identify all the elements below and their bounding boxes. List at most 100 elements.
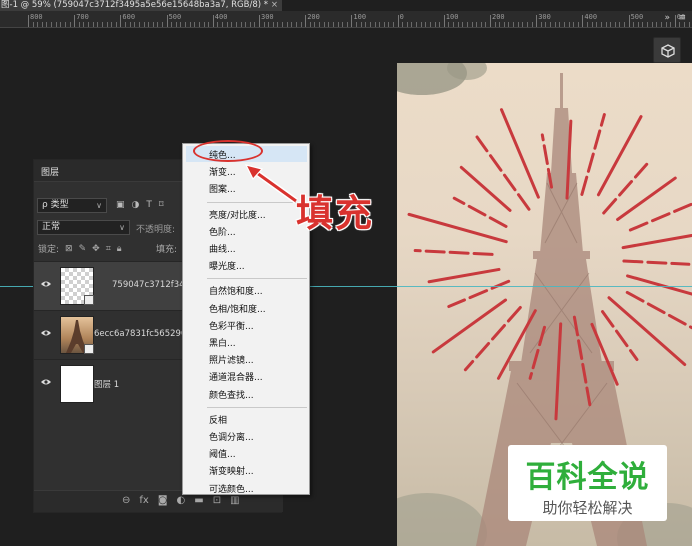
- menu-item[interactable]: 渐变...: [209, 165, 236, 178]
- lock-move-icon[interactable]: ✥: [92, 244, 100, 254]
- adjustment-filter-icon[interactable]: ◑: [132, 200, 140, 210]
- document-tab-title: 图-1 @ 59% (759047c3712f3495a5e56e15648ba…: [1, 0, 268, 10]
- ruler-minor-tick: [503, 22, 505, 27]
- link-icon[interactable]: ⊖: [122, 495, 130, 506]
- menu-item[interactable]: 色彩平衡...: [209, 319, 254, 332]
- ruler-label: 400: [584, 13, 598, 21]
- adjustment-icon[interactable]: ◐: [177, 495, 186, 506]
- shape-filter-icon[interactable]: ⌑: [159, 200, 164, 210]
- ruler-minor-tick: [129, 22, 131, 27]
- burst-ray: [463, 305, 522, 372]
- lock-transparent-icon[interactable]: ⊠: [65, 244, 73, 254]
- fx-icon[interactable]: fx: [139, 495, 148, 506]
- close-tab-icon[interactable]: ×: [271, 0, 278, 11]
- ruler-minor-tick: [332, 22, 334, 27]
- ruler-minor-tick: [545, 22, 547, 27]
- menu-item[interactable]: 色相/饱和度...: [209, 302, 266, 315]
- folder-icon[interactable]: ▬: [194, 495, 203, 506]
- burst-ray: [431, 298, 508, 354]
- smart-object-icon: [84, 295, 94, 305]
- ruler-minor-tick: [633, 22, 635, 27]
- trash-icon[interactable]: ▥: [230, 495, 239, 506]
- ruler-minor-tick: [439, 22, 441, 27]
- image-filter-icon[interactable]: ▣: [116, 200, 125, 210]
- lock-all-icon[interactable]: 🔒︎: [117, 244, 122, 254]
- menu-item[interactable]: 色阶...: [209, 225, 236, 238]
- menu-item[interactable]: 黑白...: [209, 336, 236, 349]
- 3d-cube-icon: [661, 44, 675, 58]
- menu-item[interactable]: 曲线...: [209, 242, 236, 255]
- ruler-minor-tick: [148, 22, 150, 27]
- panel-menu-icon[interactable]: ≡: [678, 13, 686, 23]
- eye-icon[interactable]: [40, 329, 52, 337]
- ruler-minor-tick: [554, 22, 556, 27]
- ruler-minor-tick: [152, 22, 154, 27]
- ruler-minor-tick: [203, 22, 205, 27]
- pointer-arrow-icon: [244, 164, 298, 204]
- ruler-minor-tick: [425, 22, 427, 27]
- lock-artboard-icon[interactable]: ⌗: [106, 244, 111, 254]
- ruler-minor-tick: [448, 22, 450, 27]
- ruler-minor-tick: [115, 22, 117, 27]
- document-tab[interactable]: 图-1 @ 59% (759047c3712f3495a5e56e15648ba…: [0, 0, 282, 11]
- burst-ray: [580, 113, 606, 196]
- blend-mode-select[interactable]: 正常 ∨: [37, 220, 130, 235]
- ruler-minor-tick: [392, 22, 394, 27]
- ruler-label: 500: [630, 13, 644, 21]
- menu-item[interactable]: 可选颜色...: [209, 482, 254, 495]
- mask-icon[interactable]: ◙: [158, 495, 168, 506]
- ruler-major-tick: [628, 15, 630, 27]
- horizontal-ruler[interactable]: 800 700 600 500 400 300 200 100 0 100 200 300 400 500…: [0, 11, 692, 28]
- lock-brush-icon[interactable]: ✎: [79, 244, 87, 254]
- ruler-major-tick: [443, 15, 445, 27]
- ruler-minor-tick: [462, 22, 464, 27]
- menu-item[interactable]: 图案...: [209, 182, 236, 195]
- ruler-minor-tick: [453, 22, 455, 27]
- menu-separator: [207, 406, 307, 408]
- menu-item[interactable]: 曝光度...: [209, 259, 245, 272]
- menu-item[interactable]: 阈值...: [209, 447, 236, 460]
- ruler-minor-tick: [337, 22, 339, 27]
- new-layer-icon[interactable]: ⊡: [213, 495, 221, 506]
- ruler-minor-tick: [46, 22, 48, 27]
- ruler-minor-tick: [619, 22, 621, 27]
- ruler-minor-tick: [517, 22, 519, 27]
- menu-item[interactable]: 色调分离...: [209, 430, 254, 443]
- ruler-minor-tick: [610, 22, 612, 27]
- ruler-minor-tick: [596, 22, 598, 27]
- ruler-minor-tick: [208, 22, 210, 27]
- menu-item[interactable]: 亮度/对比度...: [209, 208, 266, 221]
- properties-panel-button[interactable]: [653, 37, 681, 63]
- burst-ray: [459, 165, 512, 212]
- ruler-major-tick: [120, 15, 122, 27]
- ruler-minor-tick: [254, 22, 256, 27]
- ruler-minor-tick: [328, 22, 330, 27]
- menu-item[interactable]: 反相: [209, 413, 227, 426]
- panel-expand-icon[interactable]: »: [664, 13, 670, 23]
- ruler-minor-tick: [411, 22, 413, 27]
- ruler-minor-tick: [605, 22, 607, 27]
- lock-label: 锁定:: [38, 245, 60, 255]
- filter-kind-select[interactable]: ρ 类型 ∨: [37, 198, 107, 213]
- type-filter-icon[interactable]: T: [146, 200, 152, 210]
- ruler-minor-tick: [623, 22, 625, 27]
- ruler-minor-tick: [600, 22, 602, 27]
- ruler-minor-tick: [268, 22, 270, 27]
- ruler-minor-tick: [217, 22, 219, 27]
- menu-item[interactable]: 颜色查找...: [209, 388, 254, 401]
- menu-item[interactable]: 自然饱和度...: [209, 284, 263, 297]
- ruler-minor-tick: [379, 22, 381, 27]
- ruler-minor-tick: [161, 22, 163, 27]
- eye-icon[interactable]: [40, 280, 52, 288]
- menu-item[interactable]: 通道混合器...: [209, 370, 263, 383]
- ruler-minor-tick: [563, 22, 565, 27]
- ruler-minor-tick: [282, 22, 284, 27]
- ruler-minor-tick: [286, 22, 288, 27]
- ruler-minor-tick: [171, 22, 173, 27]
- ruler-label: 500: [168, 13, 182, 21]
- ruler-minor-tick: [314, 22, 316, 27]
- menu-item[interactable]: 照片滤镜...: [209, 353, 254, 366]
- eye-icon[interactable]: [40, 378, 52, 386]
- ruler-label: 200: [307, 13, 320, 21]
- menu-item[interactable]: 渐变映射...: [209, 464, 254, 477]
